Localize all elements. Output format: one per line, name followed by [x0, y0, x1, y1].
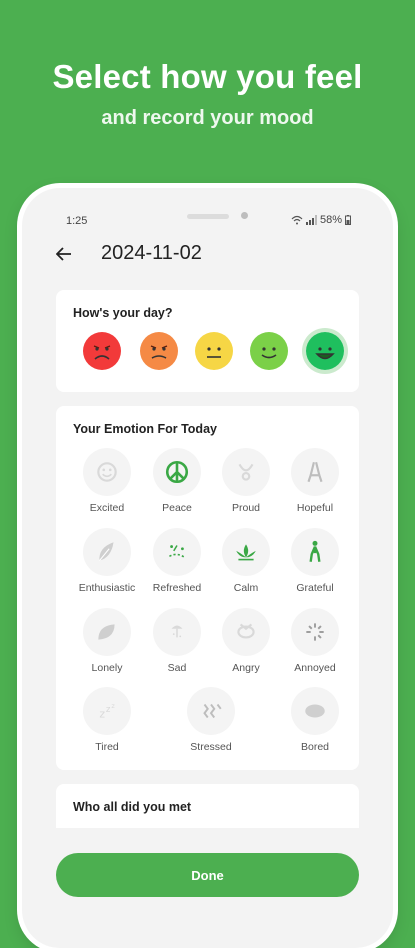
annoyed-icon: [306, 623, 324, 641]
leaf-icon: [98, 624, 115, 640]
promo-headline: Select how you feel: [52, 58, 363, 95]
svg-text:z: z: [99, 708, 105, 721]
day-rating-card: How's your day?: [56, 290, 359, 392]
face-very-bad-icon: [83, 332, 121, 370]
emotion-label: Angry: [232, 662, 260, 674]
emotion-stressed[interactable]: Stressed: [173, 687, 249, 763]
emotion-icon-bg: [153, 528, 201, 576]
emotion-label: Enthusiastic: [78, 582, 136, 594]
camera-icon: [241, 212, 248, 219]
emotion-label: Annoyed: [294, 662, 336, 674]
battery-percent: 58%: [319, 214, 342, 226]
status-time: 1:25: [66, 215, 88, 227]
emotion-calm[interactable]: Calm: [208, 528, 284, 604]
proud-icon: [238, 463, 254, 481]
emotion-icon-bg: [291, 528, 339, 576]
svg-text:z: z: [106, 705, 111, 715]
emotion-bored[interactable]: Bored: [277, 687, 353, 763]
mood-great-button[interactable]: [306, 332, 344, 370]
mood-neutral-button[interactable]: [195, 332, 233, 370]
emotion-grateful[interactable]: Grateful: [277, 528, 353, 604]
top-app-bar: 2024-11-02: [22, 238, 393, 278]
signal-icon: [305, 215, 317, 225]
met-card: Who all did you met: [56, 784, 359, 828]
promo-subline: and record your mood: [101, 107, 314, 129]
sleep-icon: zzz: [99, 702, 115, 721]
emotion-icon-bg: [153, 608, 201, 656]
emotion-icon-bg: [187, 687, 235, 735]
mood-bad-button[interactable]: [140, 332, 178, 370]
face-great-icon: [306, 332, 344, 370]
face-good-icon: [250, 332, 288, 370]
mood-very-bad-button[interactable]: [83, 332, 121, 370]
back-button[interactable]: [55, 244, 72, 267]
phone-mockup: 1:25 58% 2024-11-02 How's your day? Your…: [22, 188, 393, 948]
emotion-label: Hopeful: [296, 502, 334, 514]
emotion-hopeful[interactable]: Hopeful: [277, 448, 353, 524]
mood-selector: [56, 332, 359, 376]
emotion-label: Lonely: [91, 662, 123, 674]
emotion-enthusiastic[interactable]: Enthusiastic: [69, 528, 145, 604]
refreshed-icon: [169, 545, 186, 559]
emotion-tired[interactable]: zzz Tired: [69, 687, 145, 763]
bored-icon: [305, 704, 325, 718]
emotion-sad[interactable]: Sad: [139, 608, 215, 684]
emotion-label: Excited: [89, 502, 125, 514]
emotion-label: Bored: [300, 741, 330, 753]
emotion-label: Refreshed: [152, 582, 202, 594]
emotion-annoyed[interactable]: Annoyed: [277, 608, 353, 684]
hopeful-icon: [307, 461, 323, 483]
emotion-icon-bg: [291, 608, 339, 656]
emotion-icon-bg: [83, 448, 131, 496]
emotion-label: Grateful: [296, 582, 334, 594]
met-title: Who all did you met: [73, 800, 192, 814]
praying-person-icon: [309, 540, 321, 562]
face-neutral-icon: [195, 332, 233, 370]
stressed-icon: [203, 703, 222, 719]
battery-icon: [345, 215, 351, 225]
mood-good-button[interactable]: [250, 332, 288, 370]
emotion-label: Calm: [233, 582, 259, 594]
status-icons: 58%: [291, 214, 351, 226]
status-bar: 1:25 58%: [22, 188, 393, 227]
emotion-lonely[interactable]: Lonely: [69, 608, 145, 684]
emotion-label: Sad: [167, 662, 187, 674]
emotion-refreshed[interactable]: Refreshed: [139, 528, 215, 604]
done-button[interactable]: Done: [56, 853, 359, 897]
emotion-card: Your Emotion For Today Excited Peace Pro…: [56, 406, 359, 770]
feather-icon: [98, 542, 114, 562]
lotus-icon: [236, 544, 256, 561]
peace-icon: [165, 460, 189, 484]
emotion-proud[interactable]: Proud: [208, 448, 284, 524]
wifi-icon: [291, 215, 303, 225]
emotion-excited[interactable]: Excited: [69, 448, 145, 524]
sad-icon: [171, 625, 183, 638]
day-rating-title: How's your day?: [73, 306, 173, 320]
emotion-angry[interactable]: Angry: [208, 608, 284, 684]
emotion-label: Peace: [162, 502, 192, 514]
emotion-icon-bg: [222, 528, 270, 576]
emotion-icon-bg: [222, 608, 270, 656]
emotion-icon-bg: [153, 448, 201, 496]
angry-icon: [237, 623, 255, 639]
emotion-label: Tired: [95, 741, 119, 753]
emotion-icon-bg: [83, 608, 131, 656]
emotion-icon-bg: [83, 528, 131, 576]
svg-text:z: z: [111, 702, 115, 710]
emotion-peace[interactable]: Peace: [139, 448, 215, 524]
arrow-left-icon: [55, 247, 71, 261]
emotion-icon-bg: [291, 687, 339, 735]
excited-icon: [97, 462, 117, 482]
emotion-icon-bg: zzz: [83, 687, 131, 735]
emotion-label: Stressed: [190, 741, 232, 753]
emotion-label: Proud: [231, 502, 261, 514]
face-bad-icon: [140, 332, 178, 370]
emotion-title: Your Emotion For Today: [73, 422, 217, 436]
emotion-icon-bg: [222, 448, 270, 496]
entry-date[interactable]: 2024-11-02: [101, 242, 202, 265]
speaker-grille: [187, 214, 229, 219]
emotion-icon-bg: [291, 448, 339, 496]
